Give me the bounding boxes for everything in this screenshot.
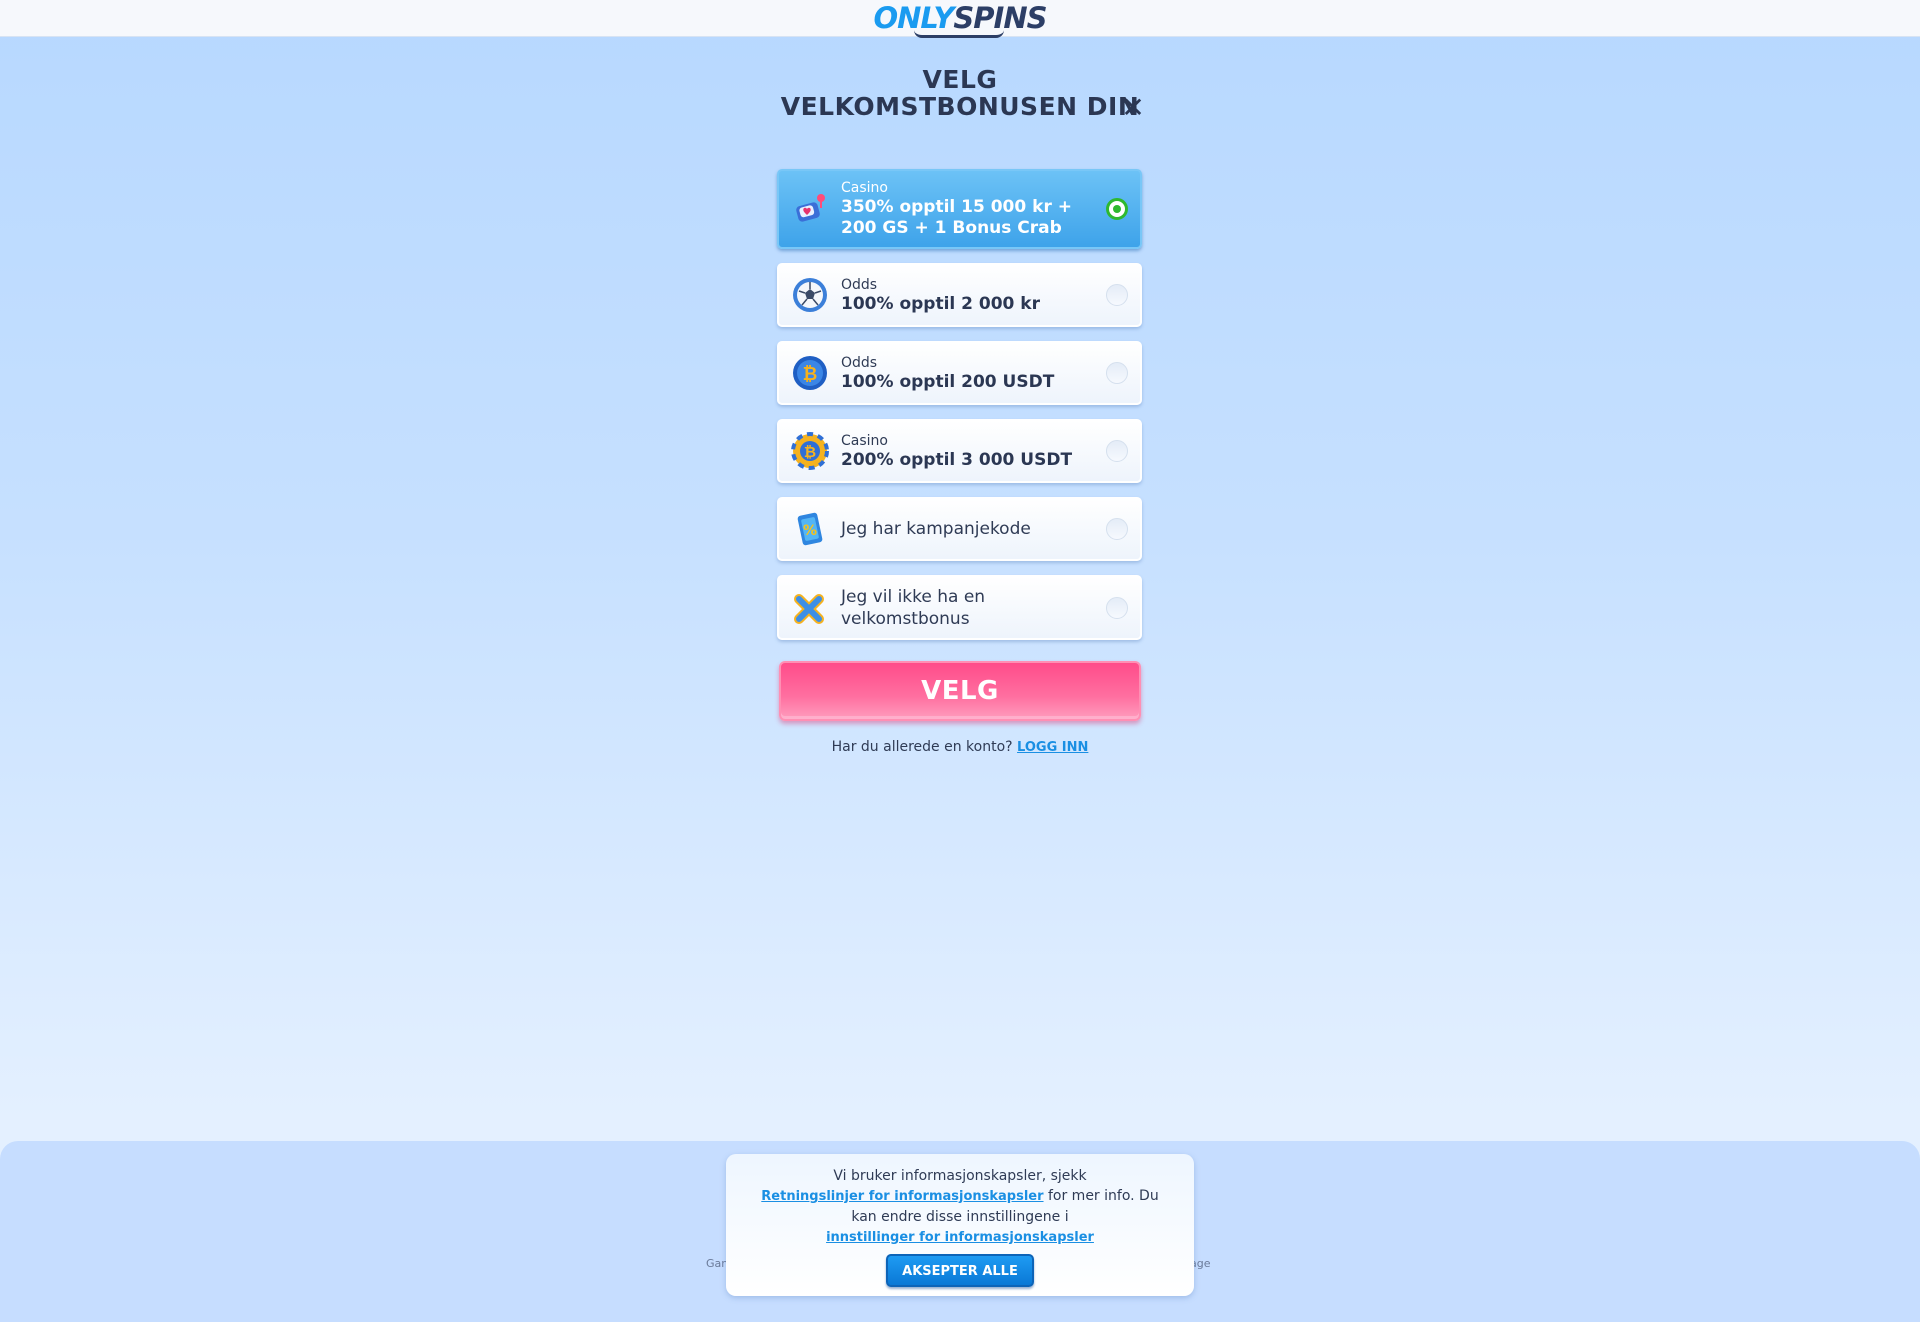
cookie-text-1: Vi bruker informasjonskapsler, sjekk [833,1168,1087,1184]
logo-spins-text: SPINS [953,0,1047,35]
casino-hearts-icon [791,190,829,228]
option-offer: 100% opptil 200 USDT [841,371,1055,392]
bonus-option-odds-200usdt[interactable]: ₿ Odds 100% opptil 200 USDT [777,341,1142,405]
accept-all-button[interactable]: AKSEPTER ALLE [886,1254,1034,1287]
bonus-options-list: Casino 350% opptil 15 000 kr + 200 GS + … [777,169,1142,654]
cookie-banner: Vi bruker informasjonskapsler, sjekk Ret… [726,1154,1194,1296]
bonus-option-casino-350[interactable]: Casino 350% opptil 15 000 kr + 200 GS + … [777,169,1142,249]
cross-icon [791,589,829,627]
option-label: Jeg vil ikke ha en velkomstbonus [841,586,986,629]
cookie-text: Vi bruker informasjonskapsler, sjekk Ret… [750,1166,1170,1248]
football-icon [791,276,829,314]
option-category: Casino [841,432,888,449]
close-button[interactable]: ✕ [1120,91,1146,124]
radio-unselected[interactable] [1106,518,1128,540]
svg-text:%: % [803,523,817,539]
option-label: Jeg har kampanjekode [841,519,1031,539]
cookie-policy-link[interactable]: Retningslinjer for informasjonskapsler [761,1189,1043,1204]
bonus-option-promo-code[interactable]: % Jeg har kampanjekode [777,497,1142,561]
svg-text:₿: ₿ [804,443,816,461]
radio-unselected[interactable] [1106,440,1128,462]
option-offer: 100% opptil 2 000 kr [841,293,1040,314]
login-prompt-text: Har du allerede en konto? [831,739,1013,755]
logo-swoosh [913,30,1004,38]
bonus-option-no-bonus[interactable]: Jeg vil ikke ha en velkomstbonus [777,575,1142,640]
close-icon: ✕ [1121,90,1145,124]
radio-unselected[interactable] [1106,362,1128,384]
option-offer: 350% opptil 15 000 kr + 200 GS + 1 Bonus… [841,197,1072,238]
bitcoin-chip-icon: ₿ [791,432,829,470]
logo-only-text: ONLY [873,0,955,35]
option-category: Odds [841,354,878,371]
velg-submit-button[interactable]: VELG [779,661,1141,721]
cookie-settings-link[interactable]: innstillinger for informasjonskapsler [826,1230,1094,1245]
radio-unselected[interactable] [1106,596,1128,619]
login-prompt-line: Har du allerede en konto? LOGG INN [780,739,1140,755]
bonus-option-casino-3000usdt[interactable]: ₿ Casino 200% opptil 3 000 USDT [777,419,1142,483]
option-category: Casino [841,180,888,196]
option-offer: 200% opptil 3 000 USDT [841,449,1073,470]
onlyspins-logo[interactable]: ONLY SPINS [873,0,1047,38]
svg-text:₿: ₿ [803,364,818,385]
option-category: Odds [841,276,878,293]
bitcoin-ball-icon: ₿ [791,354,829,392]
modal-header: VELG VELKOMSTBONUSEN DIN [780,66,1140,120]
top-bar: ONLY SPINS [0,0,1920,38]
radio-unselected[interactable] [1106,284,1128,306]
login-link[interactable]: LOGG INN [1017,740,1088,755]
radio-selected[interactable] [1106,198,1128,220]
bonus-option-odds-2000kr[interactable]: Odds 100% opptil 2 000 kr [777,263,1142,327]
promo-ticket-icon: % [791,510,829,548]
page-title: VELG VELKOMSTBONUSEN DIN [780,65,1140,121]
